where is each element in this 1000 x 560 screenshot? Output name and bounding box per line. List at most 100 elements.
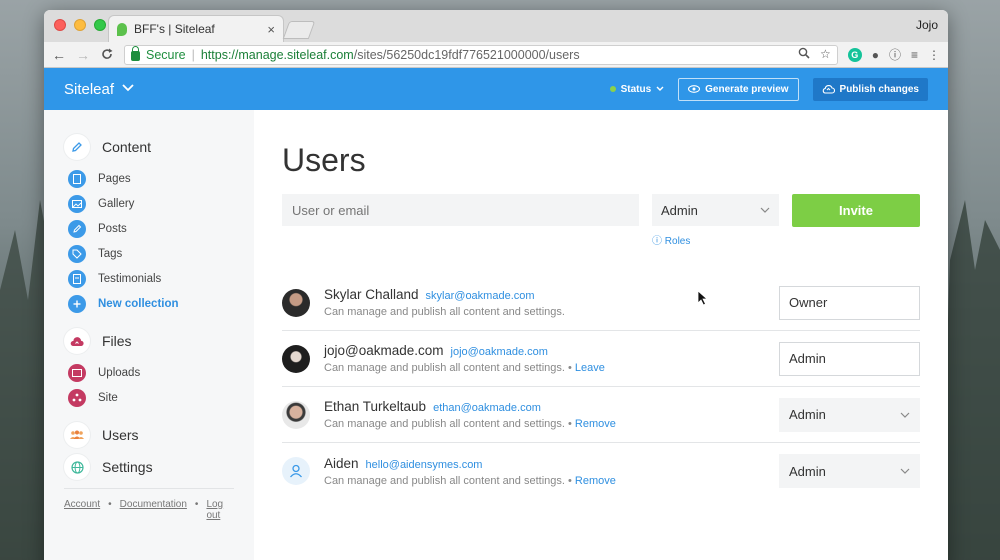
sidebar-section-label: Content: [102, 139, 152, 155]
grammarly-extension-icon[interactable]: G: [847, 47, 862, 62]
user-name: Aiden: [324, 455, 359, 471]
roles-help-link[interactable]: ⓘ Roles: [652, 232, 779, 247]
secure-label: Secure: [146, 47, 186, 62]
tag-icon: [68, 244, 86, 263]
user-name: Ethan Turkeltaub: [324, 399, 427, 414]
leave-link[interactable]: Leave: [575, 362, 605, 374]
logout-link[interactable]: Log out: [206, 499, 234, 521]
generate-preview-button[interactable]: Generate preview: [678, 77, 799, 101]
layers-extension-icon[interactable]: ≡: [911, 48, 918, 62]
chevron-down-icon: [900, 412, 910, 418]
users-icon: [64, 422, 90, 448]
maximize-window-button[interactable]: [94, 19, 106, 31]
image-icon: [68, 363, 86, 382]
sidebar-item-gallery[interactable]: Gallery: [64, 191, 254, 216]
cloud-upload-icon: [822, 85, 835, 94]
mouse-cursor-icon: [697, 290, 709, 306]
brand-name: Siteleaf: [64, 80, 115, 98]
sidebar-item-pages[interactable]: Pages: [64, 166, 254, 191]
chevron-down-icon: [122, 83, 134, 95]
sidebar-section-users[interactable]: Users: [64, 422, 254, 448]
user-row: jojo@oakmade.com jojo@oakmade.com Can ma…: [282, 331, 920, 387]
profile-name[interactable]: Jojo: [916, 18, 938, 32]
sidebar-item-uploads[interactable]: Uploads: [64, 360, 254, 385]
cloud-upload-icon: [64, 328, 90, 354]
sidebar-item-label: Posts: [98, 222, 127, 235]
chevron-down-icon: [760, 207, 770, 213]
user-role-field: Owner: [779, 285, 920, 320]
info-extension-icon[interactable]: ⓘ: [889, 46, 901, 63]
user-permissions: Can manage and publish all content and s…: [324, 306, 565, 318]
user-email-link[interactable]: ethan@oakmade.com: [433, 402, 541, 414]
address-separator: |: [191, 47, 195, 62]
new-tab-button[interactable]: [282, 21, 316, 39]
user-email-link[interactable]: hello@aidensymes.com: [366, 459, 483, 471]
invite-form: Admin ⓘ Roles Invite: [282, 194, 920, 247]
sidebar-item-posts[interactable]: Posts: [64, 216, 254, 241]
sidebar-item-label: Tags: [98, 247, 123, 260]
page-title: Users: [282, 142, 366, 178]
browser-tab[interactable]: BFF's | Siteleaf ×: [108, 15, 284, 42]
address-bar[interactable]: Secure | https://manage.siteleaf.com/sit…: [124, 44, 838, 65]
globe-icon: [64, 454, 90, 480]
eye-icon: [688, 85, 701, 93]
sidebar-item-site[interactable]: Site: [64, 385, 254, 410]
sidebar-section-content[interactable]: Content: [64, 134, 254, 160]
avatar: [282, 400, 310, 429]
user-permissions: Can manage and publish all content and s…: [324, 418, 616, 430]
remove-link[interactable]: Remove: [575, 475, 616, 487]
user-email-link[interactable]: jojo@oakmade.com: [451, 346, 548, 358]
invite-role-value: Admin: [661, 202, 698, 218]
image-icon: [68, 194, 86, 213]
users-list: Skylar Challand skylar@oakmade.com Can m…: [282, 275, 920, 499]
invite-button[interactable]: Invite: [792, 194, 920, 227]
drop-extension-icon[interactable]: ●: [872, 48, 879, 62]
sidebar-section-files[interactable]: Files: [64, 328, 254, 354]
documentation-link[interactable]: Documentation: [120, 499, 187, 521]
publish-changes-button[interactable]: Publish changes: [812, 77, 928, 101]
sidebar-item-tags[interactable]: Tags: [64, 241, 254, 266]
sidebar-section-label: Files: [102, 333, 132, 349]
sidebar-item-testimonials[interactable]: Testimonials: [64, 266, 254, 291]
avatar: [282, 288, 310, 317]
user-role-select[interactable]: Admin: [779, 397, 920, 432]
pencil-icon: [64, 134, 90, 160]
sitemap-icon: [68, 388, 86, 407]
account-link[interactable]: Account: [64, 499, 100, 521]
main-content: Users Admin ⓘ Roles Invite: [254, 110, 948, 560]
page-icon: [68, 169, 86, 188]
sidebar-item-new-collection[interactable]: New collection: [64, 291, 254, 316]
app-header: Siteleaf Status Generate preview Publish…: [44, 68, 948, 110]
status-dropdown[interactable]: Status: [609, 84, 665, 95]
user-role-field: Admin: [779, 341, 920, 376]
sidebar-item-label: Uploads: [98, 366, 141, 379]
close-window-button[interactable]: [54, 19, 66, 31]
reload-icon[interactable]: [100, 47, 114, 63]
sidebar-item-label: Site: [98, 391, 118, 404]
user-permissions: Can manage and publish all content and s…: [324, 362, 605, 374]
site-switcher[interactable]: Siteleaf: [64, 81, 134, 98]
footer-dot: •: [194, 499, 199, 510]
forward-icon[interactable]: →: [76, 47, 90, 63]
tab-close-icon[interactable]: ×: [267, 22, 275, 37]
menu-kebab-icon[interactable]: ⋮: [928, 48, 940, 62]
user-role-select[interactable]: Admin: [779, 454, 920, 488]
user-email-link[interactable]: skylar@oakmade.com: [426, 290, 535, 302]
sidebar-item-label: Testimonials: [98, 272, 162, 285]
tab-title: BFF's | Siteleaf: [134, 22, 215, 36]
user-row: Skylar Challand skylar@oakmade.com Can m…: [282, 275, 920, 331]
minimize-window-button[interactable]: [74, 19, 86, 31]
sidebar-footer: Account • Documentation • Log out: [64, 488, 234, 521]
sidebar-section-settings[interactable]: Settings: [64, 454, 254, 480]
user-row: Aiden hello@aidensymes.com Can manage an…: [282, 443, 920, 499]
zoom-search-icon[interactable]: [798, 47, 810, 62]
bookmark-star-icon[interactable]: ☆: [820, 47, 831, 62]
app-body: Content Pages Gallery Posts Tags Testimo…: [44, 110, 948, 560]
invite-role-select[interactable]: Admin: [652, 194, 779, 226]
siteleaf-favicon-icon: [117, 22, 127, 36]
sidebar-item-label: Gallery: [98, 197, 135, 210]
sidebar: Content Pages Gallery Posts Tags Testimo…: [44, 110, 254, 560]
remove-link[interactable]: Remove: [575, 418, 616, 430]
user-or-email-input[interactable]: [282, 194, 639, 226]
back-icon[interactable]: ←: [52, 47, 66, 63]
